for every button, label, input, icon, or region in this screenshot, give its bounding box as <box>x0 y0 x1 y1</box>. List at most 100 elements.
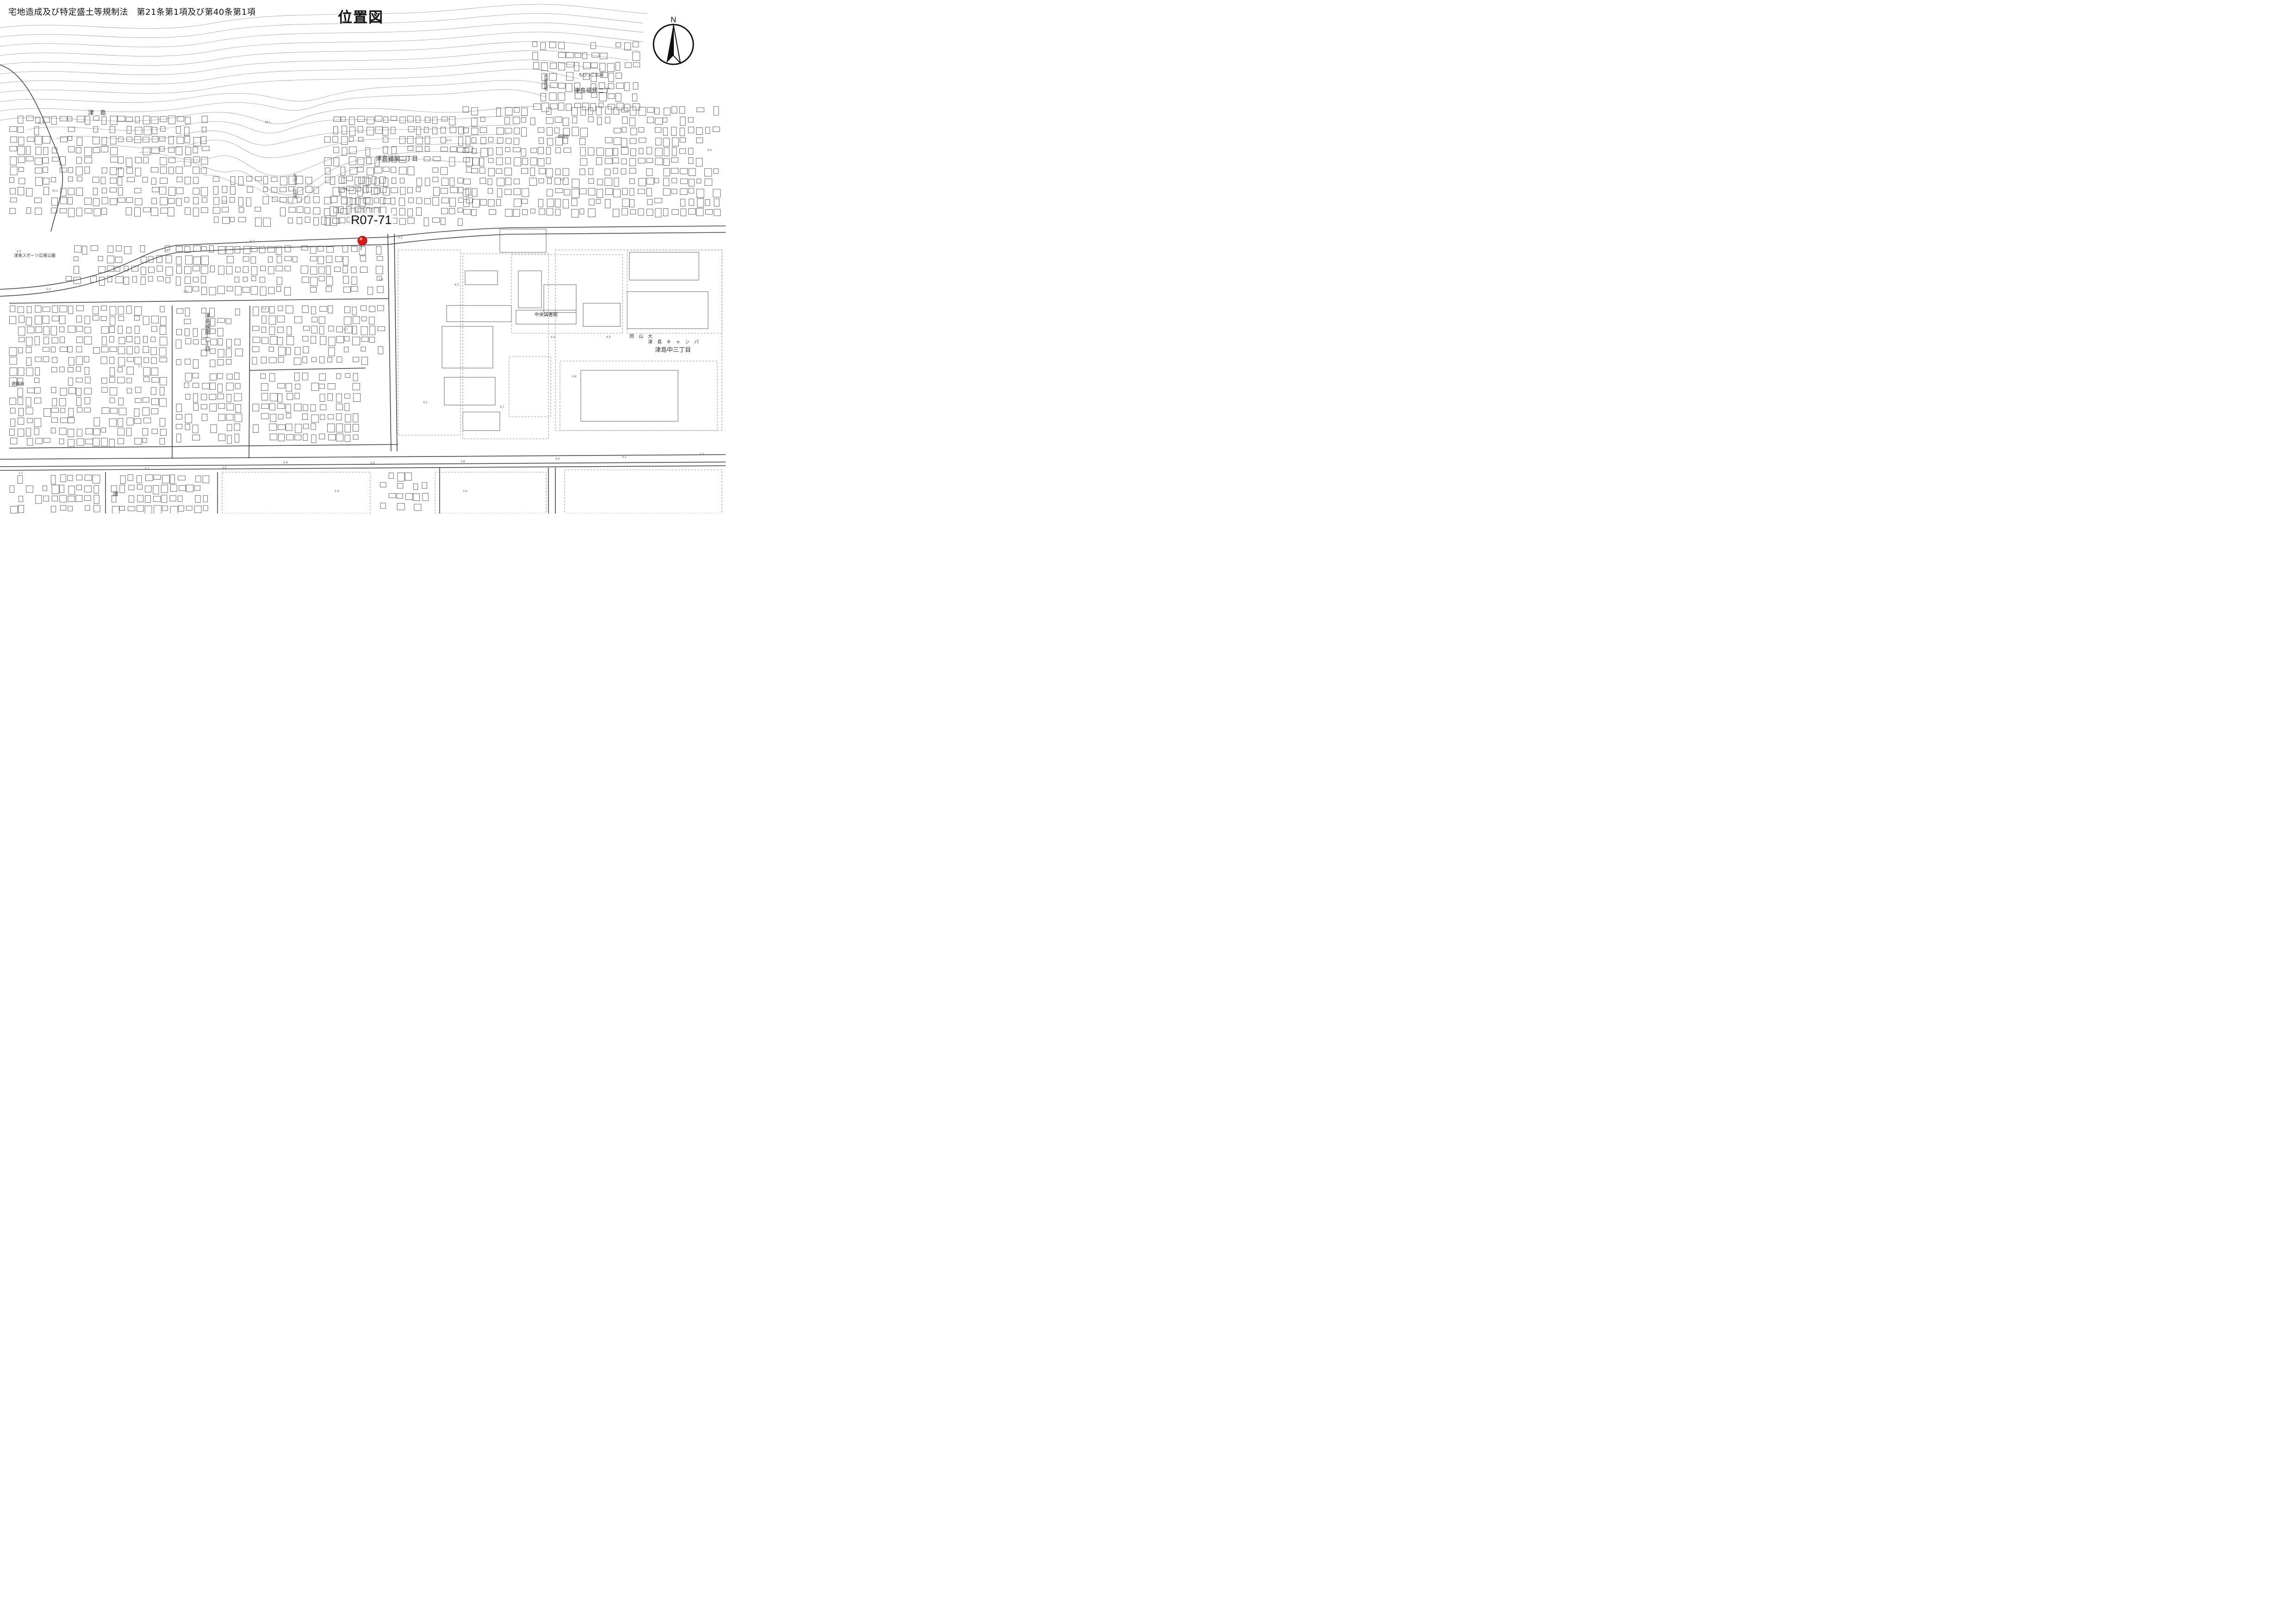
house-footprint <box>590 103 596 111</box>
spot-height: 3.3 <box>144 467 149 470</box>
house-footprint <box>605 188 613 195</box>
house-footprint <box>76 475 83 481</box>
house-footprint <box>328 337 336 346</box>
house-footprint <box>450 187 458 193</box>
house-footprint <box>19 315 25 323</box>
spot-height: 2.2 <box>19 472 23 475</box>
house-footprint <box>26 357 31 366</box>
house-footprint <box>161 485 168 493</box>
house-footprint <box>159 136 166 142</box>
house-footprint <box>326 256 333 263</box>
spot-height: 3.0 <box>463 490 467 493</box>
house-footprint <box>68 136 73 141</box>
house-footprint <box>705 209 713 215</box>
house-footprint <box>42 316 50 324</box>
house-footprint <box>210 265 215 273</box>
house-footprint <box>630 209 636 215</box>
house-footprint <box>243 256 249 262</box>
house-footprint <box>51 408 59 413</box>
house-footprint <box>449 198 456 207</box>
house-footprint <box>353 356 359 362</box>
house-footprint <box>251 246 258 252</box>
house-footprint <box>514 179 520 184</box>
spot-height: 4.4 <box>551 336 555 339</box>
house-footprint <box>234 393 242 401</box>
house-footprint <box>280 176 287 186</box>
house-footprint <box>218 266 224 275</box>
house-footprint <box>392 177 397 184</box>
house-footprint <box>311 414 319 423</box>
house-footprint <box>84 157 93 163</box>
house-footprint <box>9 177 14 183</box>
house-footprint <box>302 413 308 420</box>
house-footprint <box>186 506 193 511</box>
house-footprint <box>546 168 553 178</box>
house-footprint <box>68 377 73 386</box>
house-footprint <box>250 256 256 264</box>
house-footprint <box>101 377 107 384</box>
house-footprint <box>74 266 79 274</box>
house-footprint <box>209 382 216 390</box>
house-footprint <box>176 433 181 443</box>
house-footprint <box>76 315 82 323</box>
house-footprint <box>616 72 622 79</box>
house-footprint <box>18 326 25 336</box>
house-footprint <box>59 315 66 324</box>
house-footprint <box>471 168 478 174</box>
house-footprint <box>110 147 118 155</box>
house-footprint <box>145 486 152 493</box>
marker-pin-head[interactable] <box>357 236 367 246</box>
house-footprint <box>432 127 437 135</box>
house-footprint <box>377 305 384 311</box>
house-footprint <box>84 486 92 493</box>
house-footprint <box>35 136 42 145</box>
house-footprint <box>118 187 123 196</box>
house-footprint <box>35 147 42 155</box>
house-footprint <box>277 315 285 323</box>
house-footprint <box>117 177 123 186</box>
house-footprint <box>319 373 326 381</box>
house-footprint <box>607 63 615 72</box>
house-footprint <box>203 495 208 502</box>
spot-height: 58.1 <box>265 121 271 124</box>
house-footprint <box>202 475 210 483</box>
house-footprint <box>285 266 291 271</box>
house-footprint <box>35 356 42 362</box>
house-footprint <box>513 188 521 195</box>
house-footprint <box>655 157 663 165</box>
location-map[interactable]: 61.4 58.1 18.6 16.2 11.5 6.9 6.9 12.0 4.0 4.6 4.2 4… <box>0 0 726 515</box>
house-footprint <box>218 414 225 421</box>
house-footprint <box>93 347 100 354</box>
house-footprint <box>311 382 319 391</box>
house-footprint <box>488 137 493 143</box>
house-footprint <box>209 245 214 253</box>
house-footprint <box>26 306 32 313</box>
spot-height: 4.0 <box>560 178 565 181</box>
house-footprint <box>303 326 310 331</box>
house-footprint <box>288 218 293 224</box>
house-footprint <box>148 267 155 273</box>
house-footprint <box>175 276 181 286</box>
house-footprint <box>269 424 277 431</box>
house-footprint <box>604 169 611 175</box>
house-footprint <box>185 117 191 125</box>
house-footprint <box>93 306 99 314</box>
house-footprint <box>555 169 561 175</box>
house-footprint <box>218 383 223 393</box>
house-footprint <box>278 434 285 442</box>
house-footprint <box>175 246 183 252</box>
house-footprint <box>605 106 612 115</box>
house-footprint <box>76 137 82 146</box>
house-footprint <box>68 367 74 372</box>
house-footprint <box>632 51 641 61</box>
house-footprint <box>377 256 383 261</box>
house-footprint <box>27 418 33 423</box>
house-footprint <box>367 167 374 175</box>
house-footprint <box>479 127 487 133</box>
house-footprint <box>44 408 51 417</box>
label-naka-3: 津島中三丁目 <box>655 347 691 354</box>
house-footprint <box>320 414 325 420</box>
house-footprint <box>159 337 168 346</box>
house-footprint <box>76 397 81 406</box>
house-footprint <box>342 266 348 274</box>
